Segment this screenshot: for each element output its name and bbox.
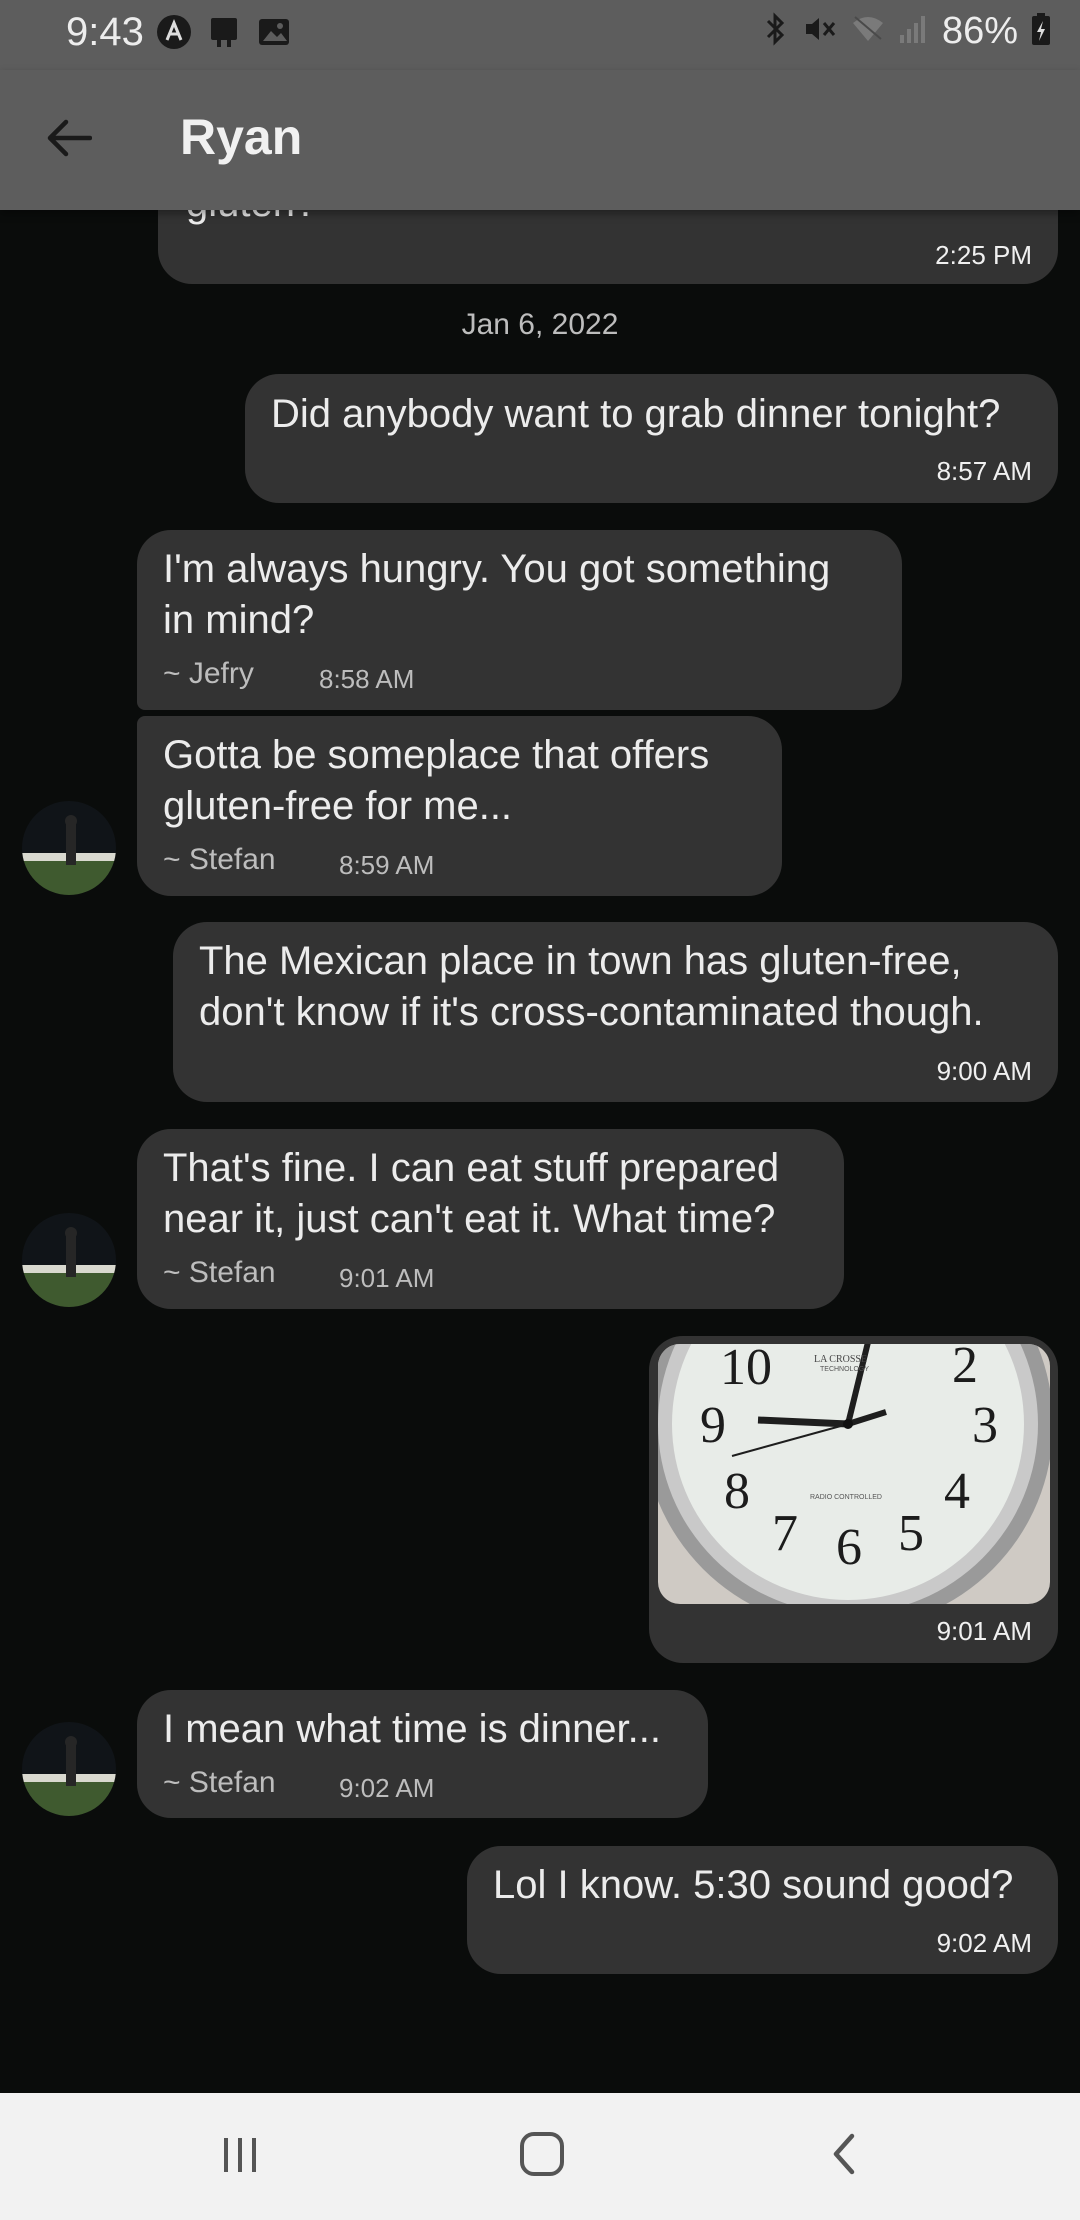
message-bubble-incoming[interactable]: Gotta be someplace that offers gluten-fr… [137, 716, 782, 896]
recents-icon [218, 2132, 262, 2181]
clock-numeral: 6 [836, 1519, 862, 1576]
status-bar: 9:43 86% [0, 0, 1080, 70]
clock-numeral: 4 [944, 1463, 970, 1520]
message-text: Did anybody want to grab dinner tonight? [271, 392, 1001, 436]
home-button[interactable] [502, 2121, 582, 2191]
message-text: I mean what time is dinner... [163, 1707, 662, 1751]
date-separator: Jan 6, 2022 [461, 308, 619, 341]
clock-numeral: 5 [898, 1505, 924, 1562]
battery-percent: 86% [941, 10, 1018, 52]
clock-numeral: 3 [972, 1397, 998, 1454]
back-button[interactable] [34, 108, 104, 172]
clock-brand-sub: TECHNOLOGY [820, 1366, 870, 1373]
message-bubble-outgoing[interactable]: The Mexican place in town has gluten-fre… [173, 922, 1058, 1102]
message-bubble-incoming[interactable]: I mean what time is dinner... ~ Stefan 9… [137, 1690, 708, 1818]
system-back-button[interactable] [804, 2121, 884, 2191]
avatar-stefan[interactable] [22, 1722, 116, 1816]
arrow-left-icon [46, 118, 93, 163]
image-icon [256, 14, 292, 55]
message-text: Lol I know. 5:30 sound good? [493, 1863, 1014, 1907]
message-bubble-outgoing[interactable]: Did anybody want to grab dinner tonight?… [245, 374, 1058, 503]
message-text-line: The Mexican place in town has gluten-fre… [199, 939, 962, 983]
home-icon [518, 2130, 566, 2183]
sender-name: ~ Jefry [163, 657, 254, 690]
sender-name: ~ Stefan [163, 1256, 276, 1289]
message-time: 9:01 AM [936, 1616, 1032, 1646]
avatar-stefan[interactable] [22, 801, 116, 895]
clock-numeral: 10 [720, 1344, 772, 1396]
bluetooth-icon [760, 11, 790, 52]
clock-bottom-text: RADIO CONTROLLED [810, 1494, 882, 1501]
message-time: 9:00 AM [936, 1056, 1032, 1086]
status-time: 9:43 [66, 10, 144, 54]
message-text-line: in mind? [163, 598, 315, 642]
clock-photo[interactable]: 10 2 9 3 8 4 7 6 5 LA CROSSE TECHNOLOGY … [658, 1344, 1050, 1604]
message-time: 9:02 AM [339, 1773, 435, 1803]
message-text-line: I'm always hungry. You got something [163, 547, 831, 591]
clock-numeral: 2 [952, 1344, 978, 1394]
message-text-line: That's fine. I can eat stuff prepared [163, 1146, 780, 1190]
wifi-off-icon [850, 11, 886, 52]
notification-app-icon [206, 14, 242, 55]
battery-charging-icon [1030, 11, 1052, 52]
sender-name: ~ Stefan [163, 843, 276, 876]
clock-numeral: 9 [700, 1397, 726, 1454]
message-time: 8:59 AM [339, 850, 435, 880]
message-bubble-outgoing-image[interactable]: 10 2 9 3 8 4 7 6 5 LA CROSSE TECHNOLOGY … [649, 1336, 1058, 1663]
message-time: 8:57 AM [936, 456, 1032, 486]
message-time: 2:25 PM [935, 240, 1032, 270]
clock-numeral: 7 [772, 1505, 798, 1562]
message-bubble-outgoing[interactable]: Lol I know. 5:30 sound good? 9:02 AM [467, 1846, 1058, 1974]
back-icon [824, 2130, 864, 2183]
mute-vibrate-icon [802, 11, 838, 52]
conversation-title: Ryan [180, 109, 303, 165]
signal-icon [898, 11, 930, 52]
message-bubble-incoming[interactable]: That's fine. I can eat stuff prepared ne… [137, 1129, 844, 1309]
message-time: 9:02 AM [936, 1928, 1032, 1958]
app-bar: Ryan [0, 70, 1080, 210]
message-text-line: Gotta be someplace that offers [163, 733, 710, 777]
message-bubble-incoming[interactable]: I'm always hungry. You got something in … [137, 530, 902, 710]
clock-brand: LA CROSSE [814, 1354, 868, 1365]
avatar-stefan[interactable] [22, 1213, 116, 1307]
navigation-bar [0, 2093, 1080, 2220]
message-text-line: near it, just can't eat it. What time? [163, 1197, 776, 1241]
message-text-line: gluten-free for me... [163, 784, 513, 828]
message-time: 9:01 AM [339, 1263, 435, 1293]
clock-numeral: 8 [724, 1463, 750, 1520]
message-text-line: don't know if it's cross-contaminated th… [199, 990, 984, 1034]
sender-name: ~ Stefan [163, 1766, 276, 1799]
a-logo-icon [156, 14, 192, 55]
message-time: 8:58 AM [319, 664, 415, 694]
recents-button[interactable] [200, 2121, 280, 2191]
